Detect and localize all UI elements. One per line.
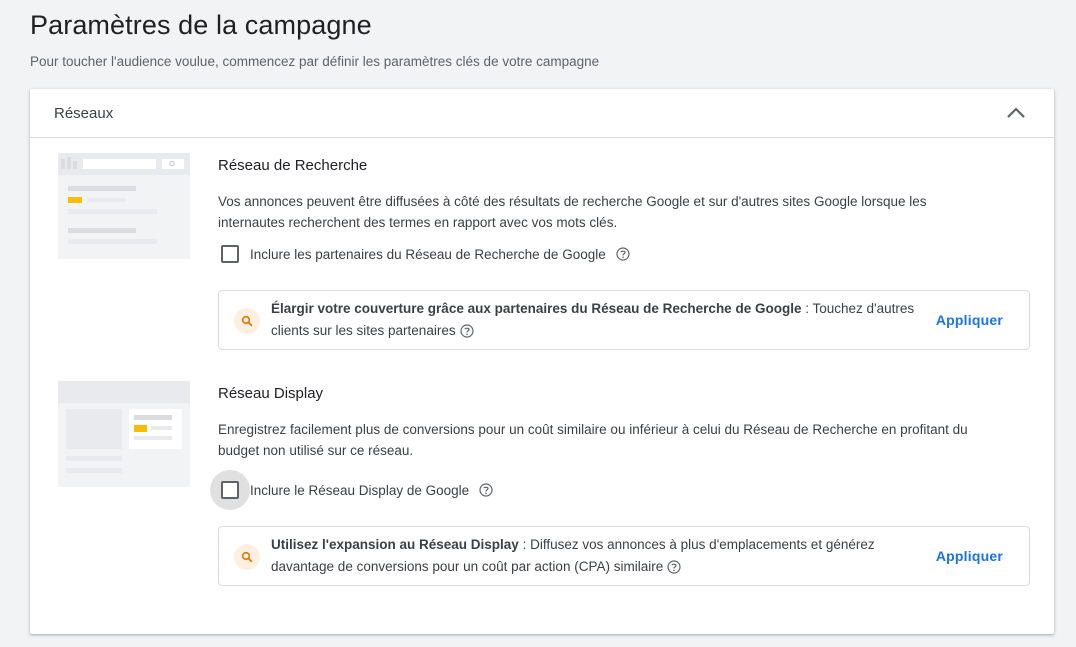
display-network-label[interactable]: Inclure le Réseau Display de Google: [250, 483, 469, 498]
display-network-description: Enregistrez facilement plus de conversio…: [218, 422, 968, 458]
search-partners-option[interactable]: Inclure les partenaires du Réseau de Rec…: [218, 242, 630, 266]
display-expansion-recommendation: Utilisez l'expansion au Réseau Display :…: [218, 526, 1030, 586]
display-network-option[interactable]: Inclure le Réseau Display de Google: [210, 470, 493, 510]
recommendation-separator: :: [801, 301, 813, 316]
chevron-up-icon: [1007, 107, 1025, 118]
card-header[interactable]: Réseaux: [30, 89, 1054, 138]
networks-card: Réseaux Réseau de Recherche Vos annonces…: [30, 89, 1054, 634]
search-icon: [234, 308, 260, 334]
recommendation-title: Élargir votre couverture grâce aux parte…: [271, 301, 802, 316]
display-network-checkbox[interactable]: [221, 481, 239, 499]
help-icon[interactable]: [479, 483, 493, 497]
search-partners-checkbox[interactable]: [221, 245, 239, 263]
search-network-illustration: [58, 153, 190, 259]
search-partners-checkbox-wrap[interactable]: [218, 242, 242, 266]
help-icon[interactable]: [459, 324, 474, 338]
search-network-title: Réseau de Recherche: [218, 157, 368, 174]
page-subtitle: Pour toucher l'audience voulue, commence…: [30, 54, 600, 69]
recommendation-title: Utilisez l'expansion au Réseau Display: [271, 537, 519, 552]
search-partners-recommendation: Élargir votre couverture grâce aux parte…: [218, 290, 1030, 350]
recommendation-text: Utilisez l'expansion au Réseau Display :…: [271, 534, 931, 578]
help-icon[interactable]: [667, 560, 681, 574]
page-title: Paramètres de la campagne: [30, 10, 372, 40]
search-network-description: Vos annonces peuvent être diffusées à cô…: [218, 194, 927, 230]
collapse-button[interactable]: [1002, 99, 1030, 127]
apply-button[interactable]: Appliquer: [936, 312, 1003, 328]
help-icon[interactable]: [616, 247, 630, 261]
apply-button[interactable]: Appliquer: [936, 548, 1003, 564]
display-network-checkbox-wrap[interactable]: [210, 470, 250, 510]
recommendation-text: Élargir votre couverture grâce aux parte…: [271, 298, 931, 342]
display-network-title: Réseau Display: [218, 385, 324, 402]
card-title: Réseaux: [54, 104, 114, 122]
search-icon: [234, 544, 260, 570]
recommendation-separator: :: [518, 537, 531, 552]
search-partners-label[interactable]: Inclure les partenaires du Réseau de Rec…: [250, 247, 606, 262]
display-network-illustration: [58, 381, 190, 487]
